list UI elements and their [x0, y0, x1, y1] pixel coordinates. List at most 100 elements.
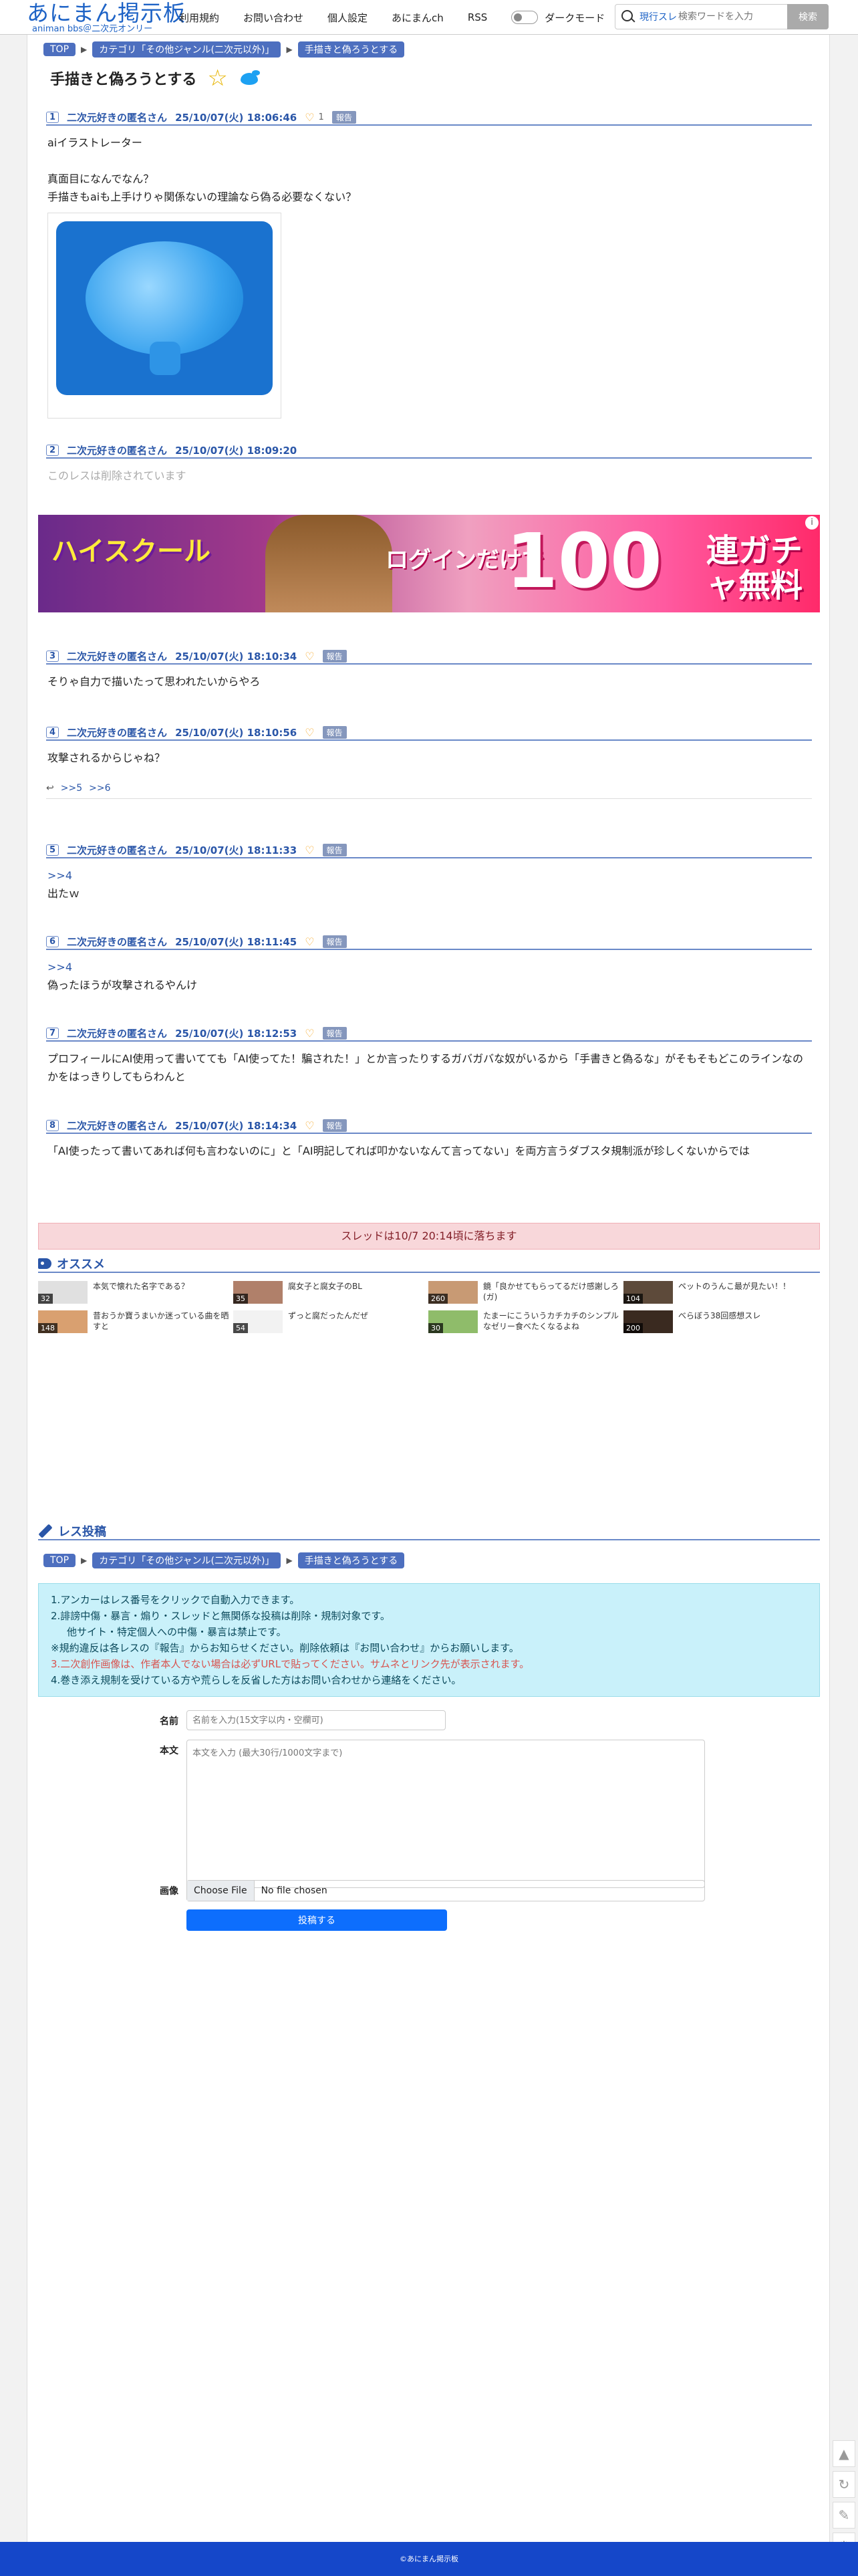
post-number[interactable]: 2 — [46, 444, 59, 456]
heart-icon[interactable]: ♡ — [305, 111, 314, 124]
twitter-share-icon[interactable] — [239, 69, 261, 88]
post-number[interactable]: 5 — [46, 844, 59, 856]
post-number[interactable]: 7 — [46, 1027, 59, 1039]
nav-settings[interactable]: 個人設定 — [327, 11, 368, 25]
image-row: 画像 Choose File No file chosen — [141, 1880, 705, 1901]
rule-line: 4.巻き添え規制を受けている方や荒らしを反省した方はお問い合わせから連絡をくださ… — [51, 1674, 462, 1686]
dark-mode-label: ダークモード — [545, 11, 605, 24]
breadcrumb-category[interactable]: カテゴリ「その他ジャンル(二次元以外)」 — [92, 41, 281, 57]
recommend-item[interactable]: 30 たまーにこういうカチカチのシンプルなゼリー食べたくなるよね — [428, 1310, 622, 1333]
post-image[interactable] — [47, 213, 281, 419]
report-button[interactable]: 報告 — [331, 110, 356, 124]
recommend-item[interactable]: 104 ペットのうんこ最が見たい！！ — [623, 1281, 817, 1304]
post-line-blank — [47, 152, 811, 170]
heart-icon[interactable]: ♡ — [305, 726, 314, 739]
recommend-item[interactable]: 148 昔おうか寶うまいか迷っている曲を晒すと — [38, 1310, 232, 1333]
rule-line: 1.アンカーはレス番号をクリックで自動入力できます。 — [51, 1594, 300, 1606]
edit-icon[interactable]: ✎ — [833, 2502, 855, 2529]
search-icon — [615, 5, 639, 29]
ad-banner[interactable]: ハイスクール ログインだけで 100 連ガチャ無料 i — [38, 515, 820, 612]
post-date: 25/10/07(火) 18:11:45 — [175, 935, 297, 948]
post-line: 「AI使ったって書いてあれば何も言わないのに」と「AI明記してれば叩かないなんて… — [47, 1145, 750, 1157]
post-3: 3 二次元好きの匿名さん 25/10/07(火) 18:10:34 ♡ 報告 そ… — [46, 649, 812, 691]
recommend-item[interactable]: 260 鏡「良かせてもらってるだけ感謝しろ(ガ) — [428, 1281, 622, 1304]
logo-main-text: あにまん掲示板 — [27, 0, 186, 26]
heart-icon[interactable]: ♡ — [305, 650, 314, 663]
report-button[interactable]: 報告 — [322, 843, 347, 856]
post-number[interactable]: 4 — [46, 726, 59, 738]
search-input[interactable] — [678, 7, 785, 27]
heart-icon[interactable]: ♡ — [305, 844, 314, 856]
nav-terms[interactable]: 利用規約 — [179, 11, 219, 25]
banner-logo: ハイスクール — [51, 536, 210, 567]
post-number[interactable]: 1 — [46, 111, 59, 123]
breadcrumb-category[interactable]: カテゴリ「その他ジャンル(二次元以外)」 — [92, 1552, 281, 1568]
heart-icon[interactable]: ♡ — [305, 1027, 314, 1040]
nav-rss[interactable]: RSS — [468, 11, 487, 23]
submit-button[interactable]: 投稿する — [186, 1909, 447, 1931]
post-line: 真面目になんでなん？ — [47, 172, 154, 185]
main-content: TOP ▶ カテゴリ「その他ジャンル(二次元以外)」 ▶ 手描きと偽ろうとする … — [27, 35, 830, 2542]
recommend-item[interactable]: 35 腐女子と腐女子のBL — [233, 1281, 427, 1304]
post-number[interactable]: 6 — [46, 935, 59, 947]
image-label: 画像 — [160, 1886, 178, 1897]
comment-count: 260 — [428, 1294, 448, 1304]
report-button[interactable]: 報告 — [322, 1026, 347, 1040]
thread-expire-notice: スレッドは10/7 20:14頃に落ちます — [38, 1223, 820, 1250]
site-logo[interactable]: あにまん掲示板 animan bbs＠二次元オンリー — [27, 0, 186, 34]
post-author: 二次元好きの匿名さん — [67, 844, 168, 856]
breadcrumb-top[interactable]: TOP — [43, 1554, 76, 1567]
report-button[interactable]: 報告 — [322, 649, 347, 663]
name-input[interactable] — [186, 1710, 446, 1730]
nav-contact[interactable]: お問い合わせ — [243, 11, 303, 25]
site-footer: ©あにまん掲示板 — [0, 2542, 858, 2576]
ad-info-icon[interactable]: i — [805, 516, 819, 530]
recommend-title: オススメ — [57, 1258, 105, 1272]
recommend-title-text: ペットのうんこ最が見たい！！ — [678, 1282, 791, 1291]
report-button[interactable]: 報告 — [322, 725, 347, 739]
scroll-top-icon[interactable]: ▲ — [833, 2440, 855, 2467]
nav-animanch[interactable]: あにまんch — [392, 11, 444, 25]
breadcrumb-top[interactable]: TOP — [43, 43, 76, 56]
form-breadcrumb: TOP ▶ カテゴリ「その他ジャンル(二次元以外)」 ▶ 手描きと偽ろうとする — [43, 1552, 405, 1568]
breadcrumb-thread[interactable]: 手描きと偽ろうとする — [297, 1552, 405, 1568]
file-input[interactable]: Choose File No file chosen — [186, 1880, 705, 1901]
post-body: >>4 出たｗ — [46, 858, 812, 903]
dark-mode-switch[interactable] — [511, 11, 539, 24]
banner-right-text: 連ガチャ無料 — [706, 532, 803, 604]
post-2: 2 二次元好きの匿名さん 25/10/07(火) 18:09:20 このレスは削… — [46, 443, 812, 485]
post-date: 25/10/07(火) 18:11:33 — [175, 844, 297, 856]
body-textarea[interactable] — [186, 1740, 705, 1888]
search-button[interactable]: 検索 — [787, 4, 829, 29]
recommend-item[interactable]: 54 ずっと腐だったんだぜ — [233, 1310, 427, 1333]
heart-icon[interactable]: ♡ — [305, 1119, 314, 1132]
heart-icon[interactable]: ♡ — [305, 935, 314, 948]
choose-file-button[interactable]: Choose File — [187, 1881, 255, 1901]
report-button[interactable]: 報告 — [322, 935, 347, 948]
comment-count: 54 — [233, 1323, 248, 1333]
post-line: このレスは削除されています — [47, 469, 186, 482]
post-number[interactable]: 3 — [46, 650, 59, 662]
dark-mode-toggle[interactable]: ダークモード — [511, 11, 605, 25]
report-button[interactable]: 報告 — [322, 1119, 347, 1132]
search-type-select[interactable]: 現行スレ — [639, 10, 678, 23]
like-count: 1 — [318, 112, 324, 122]
reload-icon[interactable]: ↻ — [833, 2471, 855, 2498]
post-header: 4 二次元好きの匿名さん 25/10/07(火) 18:10:56 ♡ 報告 — [46, 725, 812, 741]
recommend-item[interactable]: 32 本気で懐れた名字である？ — [38, 1281, 232, 1304]
form-header: レス投稿 — [38, 1523, 820, 1540]
anchor-link[interactable]: >>4 — [47, 866, 811, 885]
reply-link[interactable]: >>5 — [61, 783, 82, 794]
star-icon[interactable]: ☆ — [207, 67, 227, 90]
post-line: プロフィールにAI使用って書いてても「AI使ってた！騙された！」とか言ったりする… — [47, 1052, 804, 1083]
post-header: 5 二次元好きの匿名さん 25/10/07(火) 18:11:33 ♡ 報告 — [46, 842, 812, 858]
breadcrumb-thread[interactable]: 手描きと偽ろうとする — [297, 41, 405, 57]
anchor-link[interactable]: >>4 — [47, 958, 811, 976]
reply-links: ↩ >>5 >>6 — [46, 778, 812, 799]
recommend-item[interactable]: 200 べらぼう38回感想スレ — [623, 1310, 817, 1333]
reply-link[interactable]: >>6 — [89, 783, 110, 794]
recommend-thumbnail: 260 — [428, 1281, 478, 1304]
post-number[interactable]: 8 — [46, 1119, 59, 1131]
post-body: aiイラストレーター 真面目になんでなん？ 手描きもaiも上手けりゃ関係ないの理… — [46, 126, 812, 419]
breadcrumb-separator: ▶ — [286, 45, 293, 54]
